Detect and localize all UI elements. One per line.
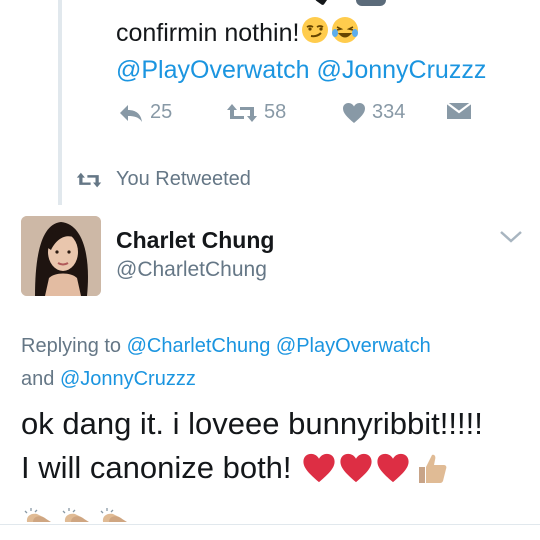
heart-emoji-icon (376, 453, 409, 483)
smirk-emoji-icon (301, 16, 329, 53)
reply-icon (120, 104, 142, 122)
retweet-button[interactable]: 58 (226, 101, 286, 124)
retweet-icon (227, 103, 257, 122)
emoji-group (302, 451, 452, 485)
thread-connector-line (58, 0, 62, 205)
retweet-icon (76, 172, 102, 187)
tweet-line-2: I will canonize both! (21, 450, 292, 485)
retweet-notice: You Retweeted (76, 168, 251, 191)
avatar[interactable] (21, 216, 101, 296)
previous-tweet-mentions[interactable]: @PlayOverwatch @JonnyCruzzz (116, 56, 486, 84)
clapping-hands-emoji-icon (62, 508, 89, 522)
direct-message-button[interactable] (446, 101, 472, 121)
cropped-previous-content (314, 0, 388, 8)
tweet-line-1: ok dang it. i loveee bunnyribbit!!!!! (21, 406, 483, 441)
divider (0, 524, 540, 525)
retweet-notice-label: You Retweeted (116, 168, 251, 190)
like-count: 334 (372, 101, 406, 123)
replying-and: and (21, 368, 55, 390)
replying-to-line: Replying to @CharletChung @PlayOverwatch… (21, 330, 521, 396)
retweet-count: 58 (264, 101, 287, 123)
tweet-options-button[interactable] (499, 230, 523, 249)
thumbs-up-emoji-icon (418, 454, 446, 483)
reply-mention-2[interactable]: @PlayOverwatch (276, 335, 431, 357)
reply-count: 25 (150, 101, 173, 123)
tweet-actions-bar: 25 58 334 (116, 101, 496, 133)
clapping-hands-emoji-icon (24, 508, 51, 522)
reply-mention-1[interactable]: @CharletChung (127, 335, 271, 357)
author-name[interactable]: Charlet Chung (116, 227, 274, 254)
tweet-line-2-row: I will canonize both! (21, 446, 531, 490)
chevron-down-icon (500, 231, 522, 243)
replying-prefix: Replying to (21, 335, 122, 357)
previous-tweet-text: confirmin nothin! @PlayOverwatch @JonnyC… (116, 16, 526, 87)
joy-emoji-icon (331, 16, 359, 53)
clapping-emoji-row (21, 508, 135, 522)
heart-emoji-icon (302, 453, 335, 483)
envelope-icon (446, 102, 472, 119)
clapping-hands-emoji-icon (100, 508, 127, 522)
tweet-body: ok dang it. i loveee bunnyribbit!!!!! I … (21, 402, 531, 490)
heart-icon (343, 102, 365, 123)
heart-emoji-icon (339, 453, 372, 483)
reply-mention-3[interactable]: @JonnyCruzzz (60, 368, 196, 390)
author-handle[interactable]: @CharletChung (116, 258, 267, 282)
reply-button[interactable]: 25 (118, 101, 172, 124)
like-button[interactable]: 334 (342, 101, 405, 124)
previous-tweet-body: confirmin nothin! (116, 19, 300, 47)
